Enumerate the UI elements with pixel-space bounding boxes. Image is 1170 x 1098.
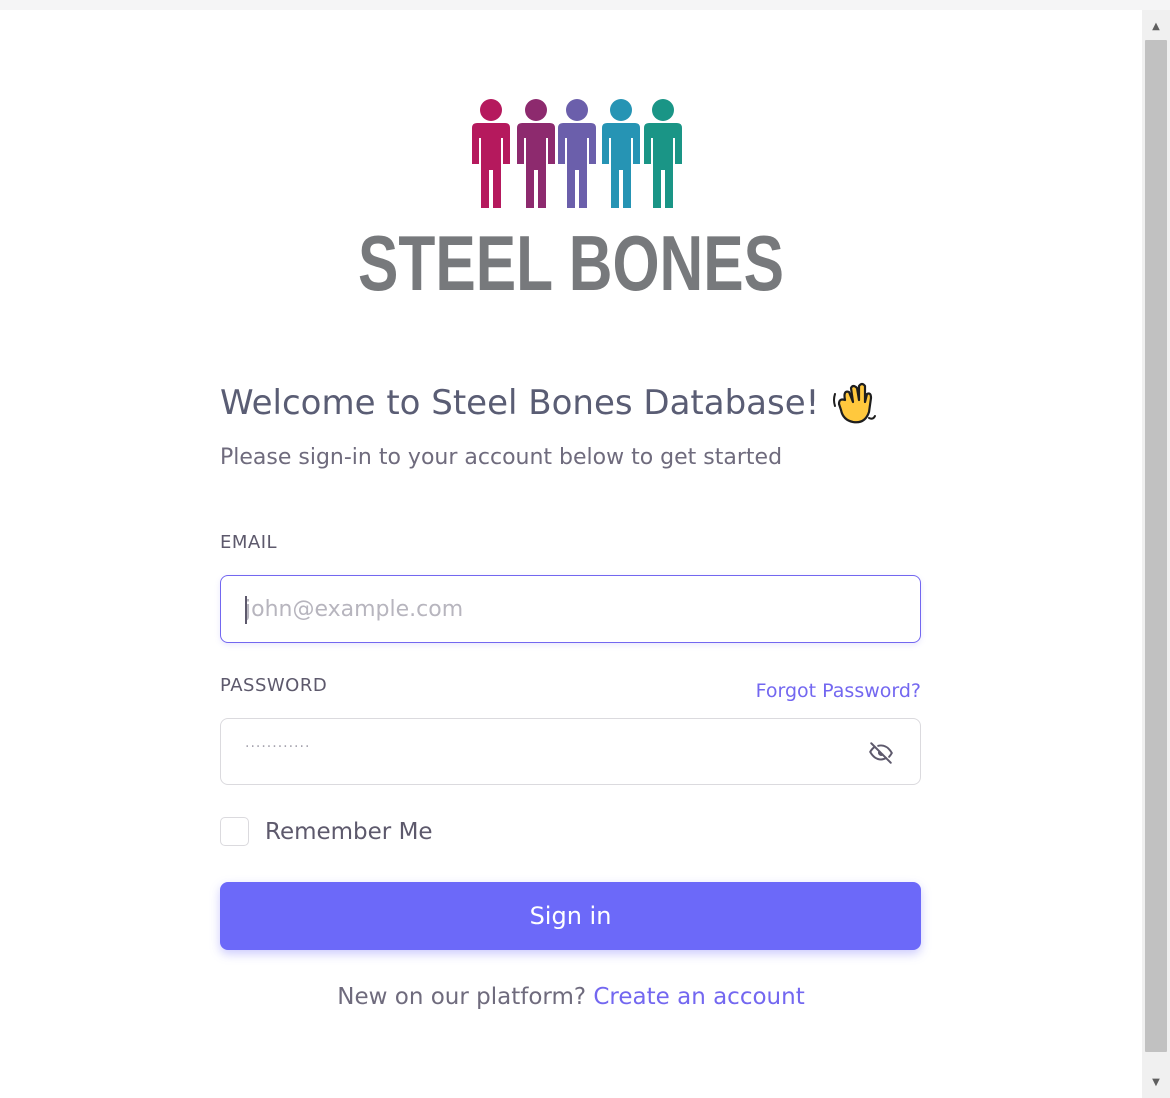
eye-off-icon[interactable] xyxy=(868,740,894,766)
logo-figure xyxy=(517,99,555,208)
steel-bones-logo: STEEL BONES xyxy=(358,99,784,300)
window-top-strip xyxy=(0,0,1170,10)
email-label: EMAIL xyxy=(220,532,278,553)
remember-me-row[interactable]: Remember Me xyxy=(220,817,433,846)
email-field-wrapper[interactable] xyxy=(220,575,921,643)
vertical-scrollbar[interactable]: ▲ ▼ xyxy=(1142,10,1170,1098)
create-account-line: New on our platform? Create an account xyxy=(0,984,1142,1010)
text-caret xyxy=(245,596,247,624)
logo-figure xyxy=(644,99,682,208)
email-field[interactable] xyxy=(245,576,885,642)
remember-me-checkbox[interactable] xyxy=(220,817,249,846)
logo-figure xyxy=(602,99,640,208)
scroll-up-arrow-icon[interactable]: ▲ xyxy=(1142,12,1170,40)
remember-me-label[interactable]: Remember Me xyxy=(265,819,433,845)
password-field[interactable]: ············ xyxy=(220,718,921,785)
new-platform-prompt: New on our platform? xyxy=(337,984,587,1010)
welcome-heading: Welcome to Steel Bones Database! xyxy=(220,380,877,426)
svg-text:STEEL BONES: STEEL BONES xyxy=(358,219,784,300)
scroll-down-arrow-icon[interactable]: ▼ xyxy=(1142,1068,1170,1096)
waving-hand-icon xyxy=(833,382,877,424)
signin-subtitle: Please sign-in to your account below to … xyxy=(220,445,783,470)
password-value: ············ xyxy=(245,739,311,755)
create-account-link[interactable]: Create an account xyxy=(593,984,804,1010)
forgot-password-link[interactable]: Forgot Password? xyxy=(756,680,921,702)
scrollbar-thumb[interactable] xyxy=(1145,40,1167,1052)
logo-figure xyxy=(472,99,510,208)
sign-in-button[interactable]: Sign in xyxy=(220,882,921,950)
logo-figure xyxy=(558,99,596,208)
password-label: PASSWORD xyxy=(220,675,328,696)
welcome-text: Welcome to Steel Bones Database! xyxy=(220,383,820,423)
